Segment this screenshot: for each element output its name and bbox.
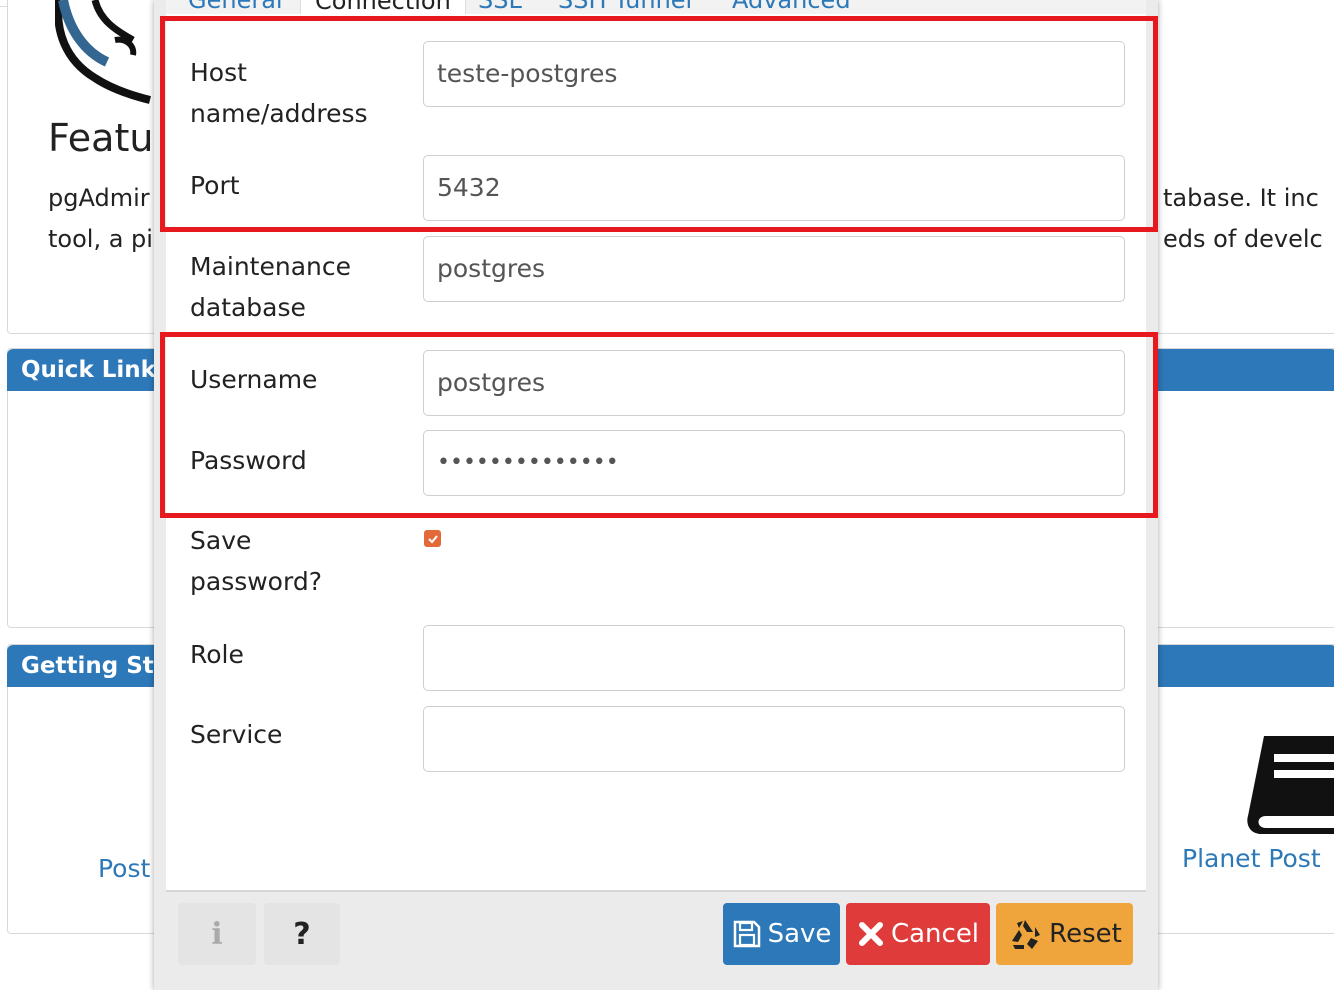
reset-label: Reset xyxy=(1049,919,1122,949)
cancel-icon xyxy=(857,920,885,948)
reset-button[interactable]: Reset xyxy=(996,903,1133,965)
save-password-checkbox[interactable] xyxy=(424,530,441,547)
help-button[interactable]: ? xyxy=(264,903,340,965)
description-line2-right: eds of develc xyxy=(1163,225,1323,253)
cancel-button[interactable]: Cancel xyxy=(846,903,990,965)
highlight-host-port xyxy=(160,16,1158,232)
service-input[interactable] xyxy=(423,706,1125,772)
description-line1-left: pgAdmir xyxy=(48,184,150,212)
tab-ssh-tunnel[interactable]: SSH Tunnel xyxy=(558,0,692,14)
description-line2-left: tool, a pi xyxy=(48,225,153,253)
reset-icon xyxy=(1007,917,1043,951)
features-heading: Featu xyxy=(48,116,154,160)
info-button[interactable]: i xyxy=(178,903,256,965)
check-icon xyxy=(427,534,438,543)
role-label: Role xyxy=(190,640,244,669)
tab-connection[interactable]: Connection xyxy=(300,0,466,14)
dialog-tabs: General Connection SSL SSH Tunnel Advanc… xyxy=(166,0,1146,14)
planet-postgres-link[interactable]: Planet Post xyxy=(1182,844,1321,873)
help-icon: ? xyxy=(293,916,311,952)
elephant-logo-icon xyxy=(55,0,151,104)
save-button[interactable]: Save xyxy=(723,903,840,965)
save-password-label: Save password? xyxy=(190,526,322,596)
postgres-docs-link[interactable]: Post xyxy=(98,854,150,883)
tab-ssl[interactable]: SSL xyxy=(478,0,522,14)
maintenance-db-label: Maintenance database xyxy=(190,252,351,322)
highlight-credentials xyxy=(160,332,1158,518)
description-line1-right: tabase. It inc xyxy=(1163,184,1319,212)
role-input[interactable] xyxy=(423,625,1125,691)
service-label: Service xyxy=(190,720,283,749)
tab-general[interactable]: General xyxy=(188,0,283,14)
tab-advanced[interactable]: Advanced xyxy=(732,0,851,14)
book-icon xyxy=(1247,736,1334,834)
info-icon: i xyxy=(211,916,223,952)
save-icon xyxy=(732,919,762,949)
maintenance-db-input[interactable]: postgres xyxy=(423,236,1125,302)
save-label: Save xyxy=(767,919,832,949)
cancel-label: Cancel xyxy=(890,919,980,949)
